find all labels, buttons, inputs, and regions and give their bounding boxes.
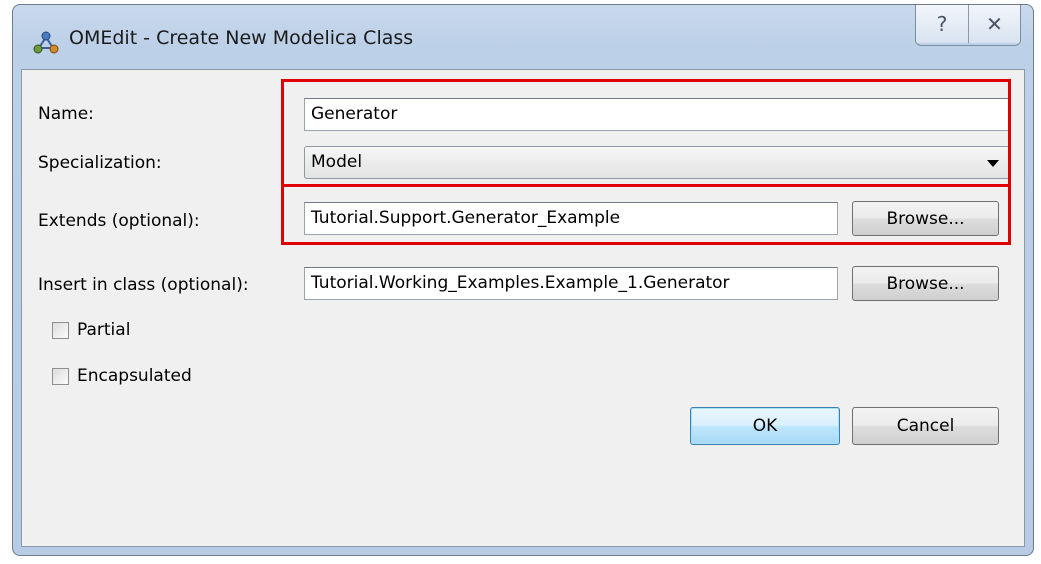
specialization-value: Model [311,152,363,172]
encapsulated-label: Encapsulated [77,366,192,386]
insert-in-class-label: Insert in class (optional): [38,275,249,295]
dialog-window: OMEdit - Create New Modelica Class ? ✕ N… [12,4,1034,556]
help-button[interactable]: ? [916,5,968,43]
caption-buttons: ? ✕ [915,5,1021,46]
close-icon: ✕ [986,12,1003,36]
omedit-app-icon [33,29,59,55]
window-title: OMEdit - Create New Modelica Class [69,27,414,49]
extends-label: Extends (optional): [38,211,200,231]
close-button[interactable]: ✕ [968,5,1020,43]
encapsulated-checkbox[interactable] [52,367,69,385]
cancel-button[interactable]: Cancel [852,407,999,445]
insert-browse-button[interactable]: Browse... [852,266,999,301]
encapsulated-checkbox-row[interactable]: Encapsulated [52,366,192,386]
extends-browse-button[interactable]: Browse... [852,201,999,236]
extends-input[interactable]: Tutorial.Support.Generator_Example [304,202,838,235]
specialization-label: Specialization: [38,153,162,173]
chevron-down-icon [987,160,999,167]
partial-label: Partial [77,320,131,340]
partial-checkbox[interactable] [52,321,69,339]
name-label: Name: [38,104,94,124]
name-input[interactable]: Generator [304,98,1010,131]
partial-checkbox-row[interactable]: Partial [52,320,130,340]
specialization-select[interactable]: Model [304,146,1010,179]
dialog-body: Name: Generator Specialization: Model Ex… [21,69,1025,547]
help-icon: ? [936,12,948,36]
ok-button[interactable]: OK [690,407,840,445]
title-bar[interactable]: OMEdit - Create New Modelica Class ? ✕ [13,5,1033,63]
insert-in-class-input[interactable]: Tutorial.Working_Examples.Example_1.Gene… [304,267,838,300]
